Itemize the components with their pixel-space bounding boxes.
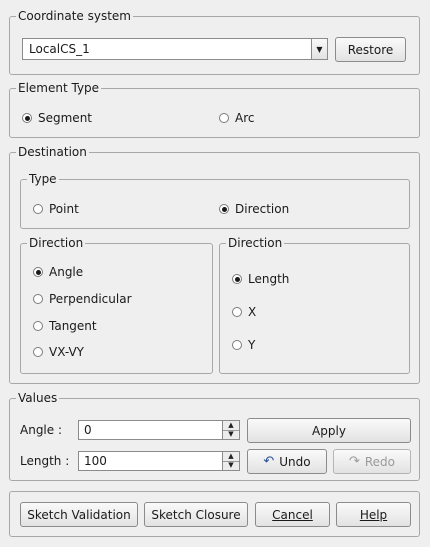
radio-vx-vy-label: VX-VY [49, 345, 84, 359]
radio-length[interactable]: Length [232, 271, 289, 287]
radio-circle [219, 204, 229, 214]
help-button[interactable]: Help [336, 502, 411, 527]
help-label: Help [359, 507, 388, 522]
radio-circle [232, 307, 242, 317]
radio-circle [33, 204, 43, 214]
radio-arc-label: Arc [235, 111, 255, 125]
spin-down-icon[interactable]: ▼ [223, 429, 239, 440]
radio-x-label: X [248, 305, 257, 319]
chevron-down-icon[interactable]: ▼ [311, 39, 327, 59]
sketch-validation-button[interactable]: Sketch Validation [20, 502, 138, 527]
radio-direction[interactable]: Direction [219, 201, 289, 217]
undo-button[interactable]: ↶ Undo [247, 449, 327, 474]
values-group: Values Angle : 0 ▲ ▼ Apply Length : 100 … [9, 390, 420, 481]
destination-title: Destination [16, 144, 89, 160]
coordinate-system-value: LocalCS_1 [29, 42, 90, 56]
radio-angle-label: Angle [49, 265, 84, 279]
radio-x[interactable]: X [232, 304, 256, 320]
coordinate-system-group: Coordinate system LocalCS_1 ▼ Restore [9, 8, 420, 75]
redo-arrow-icon: ↷ [348, 454, 360, 469]
direction-right-title: Direction [226, 235, 285, 251]
restore-button[interactable]: Restore [335, 37, 406, 62]
radio-angle[interactable]: Angle [33, 264, 83, 280]
radio-circle [22, 113, 32, 123]
radio-length-label: Length [248, 272, 290, 286]
radio-perpendicular-label: Perpendicular [49, 292, 132, 306]
values-title: Values [16, 390, 60, 406]
coordinate-system-title: Coordinate system [16, 8, 133, 24]
footer-group: Sketch Validation Sketch Closure Cancel … [9, 491, 420, 537]
apply-button[interactable]: Apply [247, 418, 411, 443]
angle-spinner[interactable]: ▲ ▼ [223, 420, 240, 440]
direction-left-title: Direction [27, 235, 86, 251]
element-type-title: Element Type [16, 80, 102, 96]
radio-y-label: Y [248, 338, 256, 352]
radio-segment[interactable]: Segment [22, 110, 92, 126]
redo-label: Redo [364, 454, 396, 469]
radio-direction-label: Direction [235, 202, 290, 216]
coordinate-system-combo[interactable]: LocalCS_1 ▼ [22, 38, 328, 60]
radio-tangent[interactable]: Tangent [33, 318, 97, 334]
direction-right-group: Direction Length X Y [219, 235, 410, 374]
length-label: Length : [20, 454, 70, 468]
type-group: Type Point Direction [20, 171, 410, 229]
cancel-label: Cancel [272, 507, 313, 522]
radio-point[interactable]: Point [33, 201, 79, 217]
radio-perpendicular[interactable]: Perpendicular [33, 291, 132, 307]
radio-circle [33, 321, 43, 331]
spin-up-icon[interactable]: ▲ [223, 421, 239, 430]
element-type-group: Element Type Segment Arc [9, 80, 420, 138]
spin-down-icon[interactable]: ▼ [223, 460, 239, 471]
radio-arc[interactable]: Arc [219, 110, 254, 126]
radio-circle [33, 347, 43, 357]
angle-label: Angle : [20, 423, 63, 437]
undo-arrow-icon: ↶ [263, 454, 275, 469]
type-title: Type [27, 171, 59, 187]
radio-circle [232, 340, 242, 350]
radio-point-label: Point [49, 202, 79, 216]
direction-left-group: Direction Angle Perpendicular Tangent VX… [20, 235, 213, 374]
radio-tangent-label: Tangent [49, 319, 97, 333]
destination-group: Destination Type Point Direction Directi… [9, 144, 420, 384]
sketch-closure-button[interactable]: Sketch Closure [144, 502, 248, 527]
radio-circle [33, 294, 43, 304]
radio-circle [232, 274, 242, 284]
cancel-button[interactable]: Cancel [255, 502, 330, 527]
radio-circle [219, 113, 229, 123]
radio-segment-label: Segment [38, 111, 92, 125]
angle-input[interactable]: 0 [78, 420, 223, 440]
radio-circle [33, 267, 43, 277]
spin-up-icon[interactable]: ▲ [223, 452, 239, 461]
redo-button[interactable]: ↷ Redo [333, 449, 411, 474]
undo-label: Undo [279, 454, 311, 469]
radio-vx-vy[interactable]: VX-VY [33, 344, 84, 360]
radio-y[interactable]: Y [232, 337, 255, 353]
length-spinner[interactable]: ▲ ▼ [223, 451, 240, 471]
length-input[interactable]: 100 [78, 451, 223, 471]
